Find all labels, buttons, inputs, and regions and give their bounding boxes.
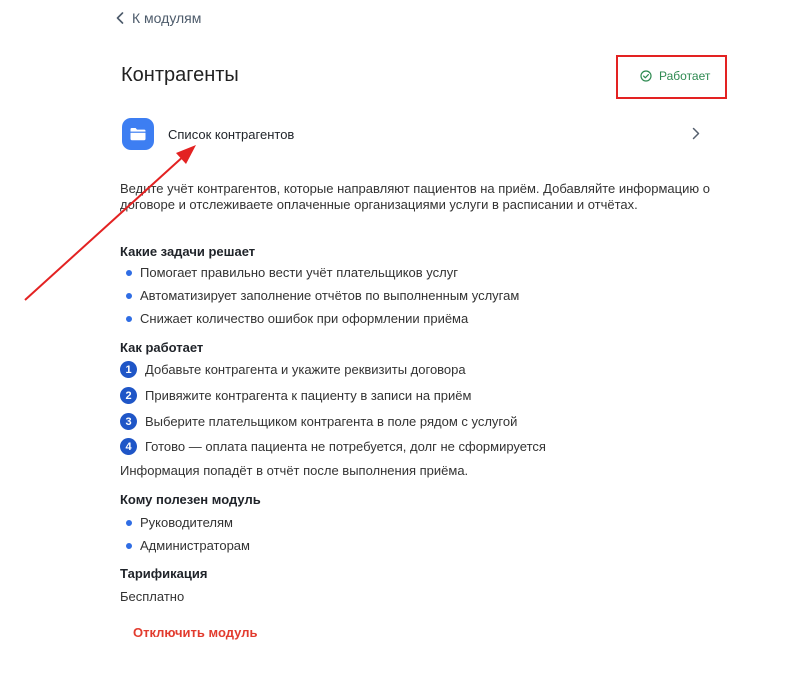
list-link-label: Список контрагентов (168, 126, 295, 142)
step-text: Готово — оплата пациента не потребуется,… (145, 439, 546, 454)
tasks-heading: Какие задачи решает (120, 244, 256, 259)
step-number: 2 (120, 387, 137, 404)
status-label: Работает (659, 69, 711, 83)
back-link-label: К модулям (132, 10, 202, 26)
page-title: Контрагенты (121, 64, 239, 86)
module-description: Ведите учёт контрагентов, которые направ… (120, 181, 710, 212)
step-text: Добавьте контрагента и укажите реквизиты… (145, 362, 466, 377)
bullet-dot (126, 519, 132, 526)
check-circle-icon (640, 70, 652, 82)
step-number: 3 (120, 413, 137, 430)
bullet-dot (126, 269, 132, 276)
step-item: 1 Добавьте контрагента и укажите реквизи… (120, 361, 466, 378)
list-item-text: Администраторам (140, 538, 250, 553)
counterparties-list-link[interactable]: Список контрагентов (122, 117, 704, 151)
step-number: 4 (120, 438, 137, 455)
bullet-dot (126, 315, 132, 322)
list-item-text: Снижает количество ошибок при оформлении… (140, 311, 469, 326)
chevron-right-icon (692, 127, 700, 140)
folder-icon (122, 118, 154, 150)
back-link[interactable]: К модулям (116, 10, 201, 26)
list-item: Автоматизирует заполнение отчётов по вып… (126, 288, 519, 303)
list-item-text: Помогает правильно вести учёт плательщик… (140, 265, 458, 280)
list-item-text: Руководителям (140, 515, 233, 530)
list-item-text: Автоматизирует заполнение отчётов по вып… (140, 288, 520, 303)
step-number: 1 (120, 361, 137, 378)
chevron-left-icon (116, 12, 124, 24)
step-item: 2 Привяжите контрагента к пациенту в зап… (120, 387, 471, 404)
step-text: Привяжите контрагента к пациенту в запис… (145, 388, 472, 403)
disable-module-button[interactable]: Отключить модуль (133, 625, 257, 640)
list-item: Снижает количество ошибок при оформлении… (126, 311, 468, 326)
pricing-value: Бесплатно (120, 589, 185, 604)
audience-heading: Кому полезен модуль (120, 492, 261, 507)
step-item: 3 Выберите плательщиком контрагента в по… (120, 413, 517, 430)
list-item: Помогает правильно вести учёт плательщик… (126, 265, 458, 280)
how-heading: Как работает (120, 340, 204, 355)
step-text: Выберите плательщиком контрагента в поле… (145, 414, 518, 429)
list-item: Администраторам (126, 538, 250, 553)
pricing-heading: Тарификация (120, 566, 208, 581)
step-item: 4 Готово — оплата пациента не потребуетс… (120, 438, 546, 455)
how-note: Информация попадёт в отчёт после выполне… (120, 463, 469, 478)
status-badge: Работает (640, 69, 710, 83)
bullet-dot (126, 542, 132, 549)
bullet-dot (126, 292, 132, 299)
list-item: Руководителям (126, 515, 233, 530)
